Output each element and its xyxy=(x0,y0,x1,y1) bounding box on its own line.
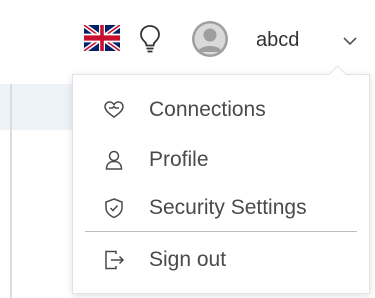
menu-item-connections[interactable]: Connections xyxy=(73,87,369,131)
menu-item-label: Connections xyxy=(149,98,266,121)
menu-item-sign-out[interactable]: Sign out xyxy=(73,237,369,281)
connections-icon xyxy=(104,101,124,118)
chevron-down-icon[interactable] xyxy=(342,36,358,46)
shield-check-icon xyxy=(105,198,123,219)
content-divider xyxy=(10,84,12,298)
sign-out-icon xyxy=(105,250,125,270)
page: abcd Connections Profile Security Settin… xyxy=(0,0,375,298)
menu-item-label: Profile xyxy=(149,148,209,171)
username-label[interactable]: abcd xyxy=(256,30,299,50)
menu-divider xyxy=(85,231,357,232)
menu-item-profile[interactable]: Profile xyxy=(73,137,369,181)
menu-item-label: Security Settings xyxy=(149,196,307,219)
menu-item-label: Sign out xyxy=(149,248,227,271)
uk-flag-icon[interactable] xyxy=(84,25,120,51)
user-dropdown-menu: Connections Profile Security Settings Si… xyxy=(72,65,370,294)
lightbulb-icon[interactable] xyxy=(139,24,161,54)
user-avatar-icon[interactable] xyxy=(191,20,229,58)
menu-item-security-settings[interactable]: Security Settings xyxy=(73,185,369,229)
user-icon xyxy=(105,150,123,170)
top-bar: abcd xyxy=(0,0,375,78)
